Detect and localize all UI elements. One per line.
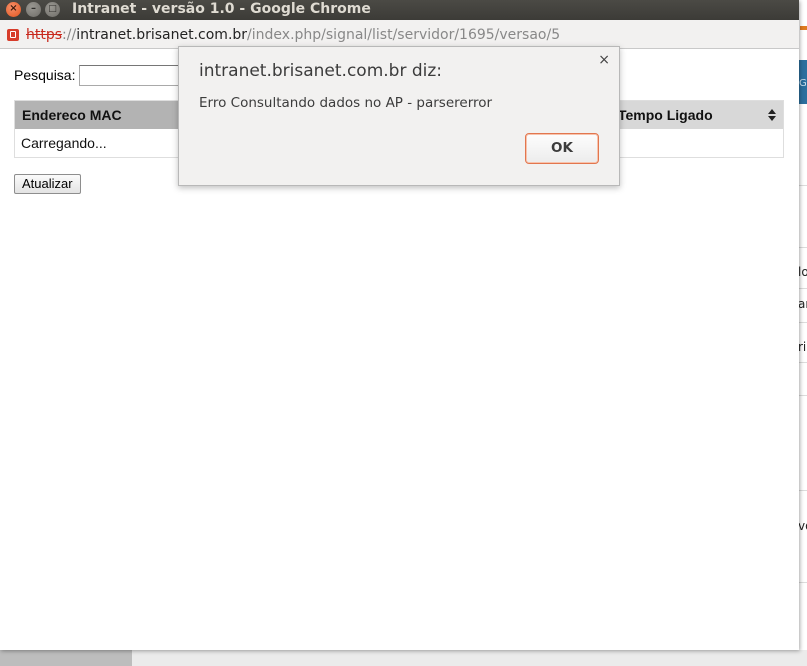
- background-panel-left: [0, 650, 132, 666]
- background-banner-text: G: [799, 78, 807, 89]
- background-divider: [798, 247, 807, 248]
- background-text-fragment: ar: [798, 297, 807, 311]
- url-host: intranet.brisanet.com.br: [76, 27, 248, 43]
- url-scheme: https: [26, 27, 63, 43]
- alert-dialog: intranet.brisanet.com.br diz: × Erro Con…: [178, 46, 620, 186]
- window-titlebar[interactable]: × – □ Intranet - versão 1.0 - Google Chr…: [0, 0, 799, 20]
- sort-icon[interactable]: [768, 109, 776, 121]
- address-bar[interactable]: https://intranet.brisanet.com.br/index.p…: [0, 20, 799, 49]
- column-header-mac[interactable]: Endereco MAC: [15, 101, 195, 129]
- dialog-close-icon[interactable]: ×: [598, 52, 610, 68]
- background-accent: [800, 26, 807, 30]
- background-panel-right: [132, 650, 807, 666]
- background-divider: [798, 582, 807, 583]
- url-separator: ://: [62, 27, 77, 43]
- background-text-fragment: vo: [798, 519, 807, 533]
- url-path: /index.php/signal/list/servidor/1695/ver…: [247, 27, 561, 43]
- background-divider: [798, 185, 807, 186]
- background-divider: [798, 322, 807, 323]
- dialog-message: Erro Consultando dados no AP - parsererr…: [199, 95, 493, 111]
- window-title: Intranet - versão 1.0 - Google Chrome: [72, 1, 371, 17]
- background-divider: [798, 362, 807, 363]
- column-header-uptime[interactable]: Tempo Ligado: [618, 101, 713, 129]
- window-close-button[interactable]: ×: [6, 2, 21, 17]
- dialog-title: intranet.brisanet.com.br diz:: [199, 61, 443, 81]
- refresh-button[interactable]: Atualizar: [14, 174, 81, 194]
- window-minimize-button[interactable]: –: [26, 2, 41, 17]
- background-divider: [798, 490, 807, 491]
- insecure-lock-icon[interactable]: [7, 29, 19, 41]
- background-text-fragment: ri: [798, 340, 807, 354]
- search-label: Pesquisa:: [14, 67, 76, 83]
- search-input[interactable]: [79, 65, 189, 86]
- background-text-fragment: lo: [798, 265, 807, 279]
- url-text[interactable]: https://intranet.brisanet.com.br/index.p…: [26, 27, 560, 43]
- background-divider: [798, 395, 807, 396]
- background-divider: [798, 288, 807, 289]
- browser-popup-window: × – □ Intranet - versão 1.0 - Google Chr…: [0, 0, 799, 650]
- background-desktop: [0, 650, 807, 666]
- ok-button[interactable]: OK: [525, 133, 599, 164]
- background-banner: G: [798, 60, 807, 104]
- window-maximize-button[interactable]: □: [45, 2, 60, 17]
